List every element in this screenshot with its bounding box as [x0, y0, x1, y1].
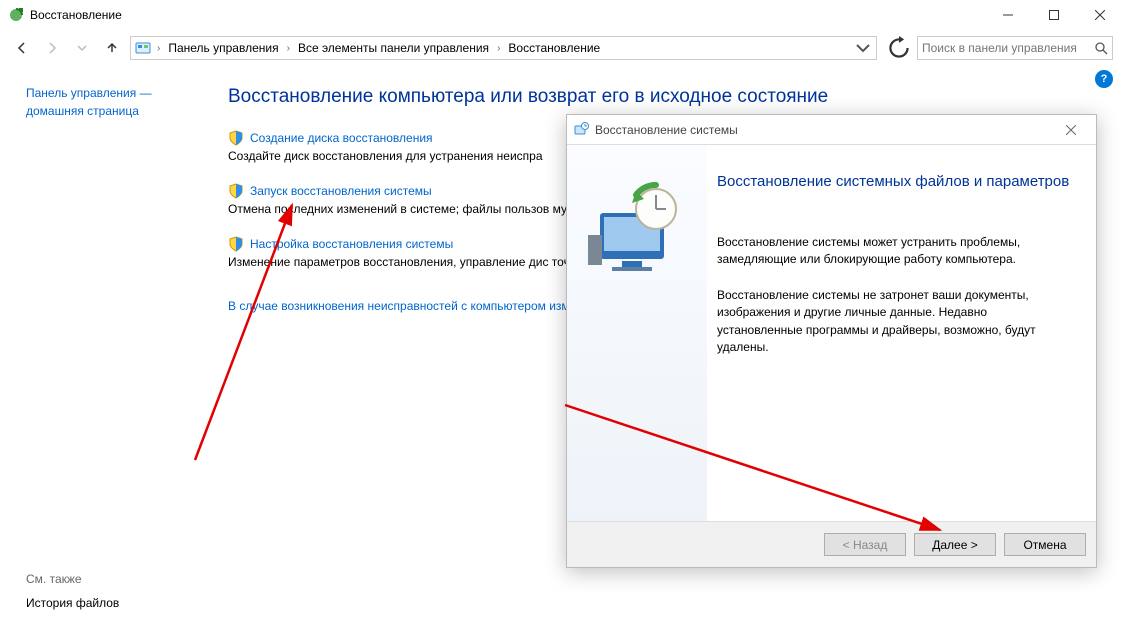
window-title: Восстановление — [30, 8, 122, 22]
shield-icon — [228, 183, 244, 199]
dialog-titlebar[interactable]: Восстановление системы — [567, 115, 1096, 145]
dialog-title: Восстановление системы — [595, 123, 738, 137]
breadcrumb-item[interactable]: Восстановление — [506, 41, 602, 55]
toolbar: › Панель управления › Все элементы панел… — [0, 30, 1123, 66]
dialog-close-button[interactable] — [1052, 118, 1090, 142]
dialog-paragraph-2: Восстановление системы не затронет ваши … — [717, 287, 1070, 357]
restore-monitor-icon — [582, 175, 692, 288]
next-button[interactable]: Далее > — [914, 533, 996, 556]
search-icon[interactable] — [1094, 41, 1108, 55]
search-input[interactable] — [922, 41, 1094, 55]
see-also-header: См. также — [26, 572, 119, 586]
nav-up-button[interactable] — [100, 36, 124, 60]
address-bar[interactable]: › Панель управления › Все элементы панел… — [130, 36, 877, 60]
option-link-text: Настройка восстановления системы — [250, 237, 453, 251]
refresh-button[interactable] — [887, 36, 911, 60]
window-titlebar: Восстановление — [0, 0, 1123, 30]
help-icon[interactable]: ? — [1095, 70, 1113, 88]
close-button[interactable] — [1077, 0, 1123, 30]
control-panel-icon — [135, 40, 151, 56]
back-button: < Назад — [824, 533, 906, 556]
chevron-right-icon: › — [285, 43, 292, 54]
recent-dropdown-button[interactable] — [70, 36, 94, 60]
back-button[interactable] — [10, 36, 34, 60]
shield-icon — [228, 236, 244, 252]
app-icon — [8, 7, 24, 23]
page-title: Восстановление компьютера или возврат ег… — [228, 86, 1107, 108]
dialog-illustration-panel — [567, 145, 707, 521]
forward-button[interactable] — [40, 36, 64, 60]
minimize-button[interactable] — [985, 0, 1031, 30]
system-restore-icon — [573, 122, 589, 138]
search-box[interactable] — [917, 36, 1113, 60]
sidebar-home-link-line1[interactable]: Панель управления — — [26, 86, 198, 102]
shield-icon — [228, 130, 244, 146]
dialog-heading: Восстановление системных файлов и параме… — [717, 173, 1070, 190]
dialog-footer: < Назад Далее > Отмена — [567, 521, 1096, 567]
system-restore-dialog: Восстановление системы — [566, 114, 1097, 568]
breadcrumb-item[interactable]: Все элементы панели управления — [296, 41, 491, 55]
chevron-right-icon: › — [155, 43, 162, 54]
option-link-text: Создание диска восстановления — [250, 131, 433, 145]
see-also: См. также История файлов — [26, 572, 119, 610]
chevron-right-icon: › — [495, 43, 502, 54]
sidebar: Панель управления — домашняя страница — [26, 86, 198, 315]
file-history-link[interactable]: История файлов — [26, 596, 119, 610]
chevron-down-icon[interactable] — [854, 39, 872, 57]
breadcrumb-item[interactable]: Панель управления — [166, 41, 280, 55]
maximize-button[interactable] — [1031, 0, 1077, 30]
cancel-button[interactable]: Отмена — [1004, 533, 1086, 556]
option-link-text: Запуск восстановления системы — [250, 184, 432, 198]
sidebar-home-link-line2[interactable]: домашняя страница — [26, 104, 198, 118]
dialog-paragraph-1: Восстановление системы может устранить п… — [717, 234, 1070, 269]
